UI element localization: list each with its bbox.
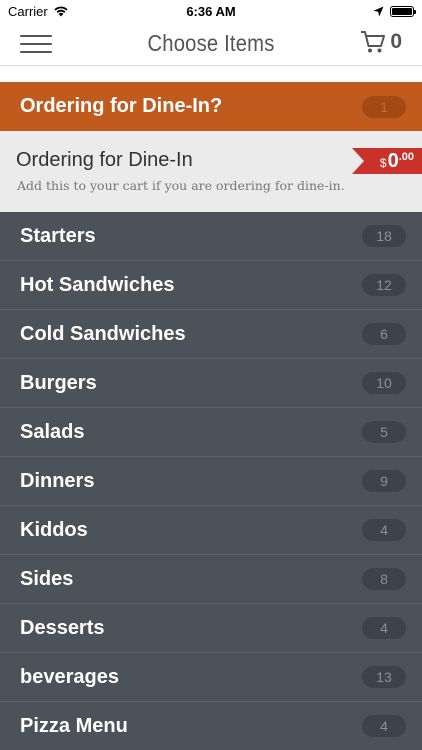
category-row-pizza-menu[interactable]: Pizza Menu 4	[0, 702, 422, 750]
battery-icon	[390, 5, 416, 17]
location-arrow-icon	[373, 6, 384, 16]
category-count-badge: 4	[362, 617, 406, 639]
category-label: beverages	[20, 665, 119, 688]
cart-icon	[361, 31, 386, 53]
category-row-kiddos[interactable]: Kiddos 4	[0, 506, 422, 555]
category-row-beverages[interactable]: beverages 13	[0, 653, 422, 702]
category-label: Starters	[20, 224, 96, 247]
category-row-dinners[interactable]: Dinners 9	[0, 457, 422, 506]
category-count-badge: 18	[362, 225, 406, 247]
nav-bar: Choose Items 0	[0, 22, 422, 66]
price-whole: 0	[387, 149, 399, 172]
category-label: Pizza Menu	[20, 714, 128, 737]
price-currency: $	[379, 156, 387, 170]
category-label: Salads	[20, 420, 85, 443]
status-left: Carrier	[8, 4, 69, 19]
category-label: Hot Sandwiches	[20, 273, 175, 296]
carrier-label: Carrier	[8, 3, 48, 19]
battery-level	[392, 7, 412, 15]
category-label: Kiddos	[20, 518, 88, 541]
category-count-badge: 10	[362, 372, 406, 394]
category-count-badge: 13	[362, 666, 406, 688]
category-label: Burgers	[20, 371, 97, 394]
cart-count: 0	[390, 30, 402, 53]
page-title: Choose Items	[147, 30, 275, 56]
category-label: Dinners	[20, 469, 95, 492]
category-label: Cold Sandwiches	[20, 322, 186, 345]
category-count-badge: 8	[362, 568, 406, 590]
category-label: Sides	[20, 567, 74, 590]
category-row-burgers[interactable]: Burgers 10	[0, 359, 422, 408]
scrolled-content-edge	[0, 66, 422, 82]
price-tag: $ 0 .00	[352, 148, 422, 174]
category-count-badge: 4	[362, 519, 406, 541]
section-header-title: Ordering for Dine-In?	[20, 95, 223, 117]
status-bar: Carrier 6:36 AM	[0, 0, 422, 22]
category-label: Desserts	[20, 616, 105, 639]
item-description: Add this to your cart if you are orderin…	[17, 178, 345, 193]
category-count-badge: 9	[362, 470, 406, 492]
category-row-salads[interactable]: Salads 5	[0, 408, 422, 457]
category-row-desserts[interactable]: Desserts 4	[0, 604, 422, 653]
category-list: Starters 18 Hot Sandwiches 12 Cold Sandw…	[0, 212, 422, 750]
category-row-starters[interactable]: Starters 18	[0, 212, 422, 261]
category-row-sides[interactable]: Sides 8	[0, 555, 422, 604]
price-cents: .00	[398, 151, 414, 163]
menu-item-dine-in[interactable]: Ordering for Dine-In Add this to your ca…	[0, 131, 422, 212]
section-count-badge: 1	[362, 95, 406, 118]
category-count-badge: 5	[362, 421, 406, 443]
wifi-icon	[54, 6, 68, 17]
category-row-cold-sandwiches[interactable]: Cold Sandwiches 6	[0, 310, 422, 359]
status-right	[373, 5, 416, 17]
cart-button[interactable]: 0	[360, 30, 402, 54]
category-row-hot-sandwiches[interactable]: Hot Sandwiches 12	[0, 261, 422, 310]
category-count-badge: 12	[362, 274, 406, 296]
category-count-badge: 6	[362, 323, 406, 345]
section-header-dine-in[interactable]: Ordering for Dine-In? 1	[0, 82, 422, 131]
category-count-badge: 4	[362, 715, 406, 737]
item-name: Ordering for Dine-In	[16, 149, 193, 171]
